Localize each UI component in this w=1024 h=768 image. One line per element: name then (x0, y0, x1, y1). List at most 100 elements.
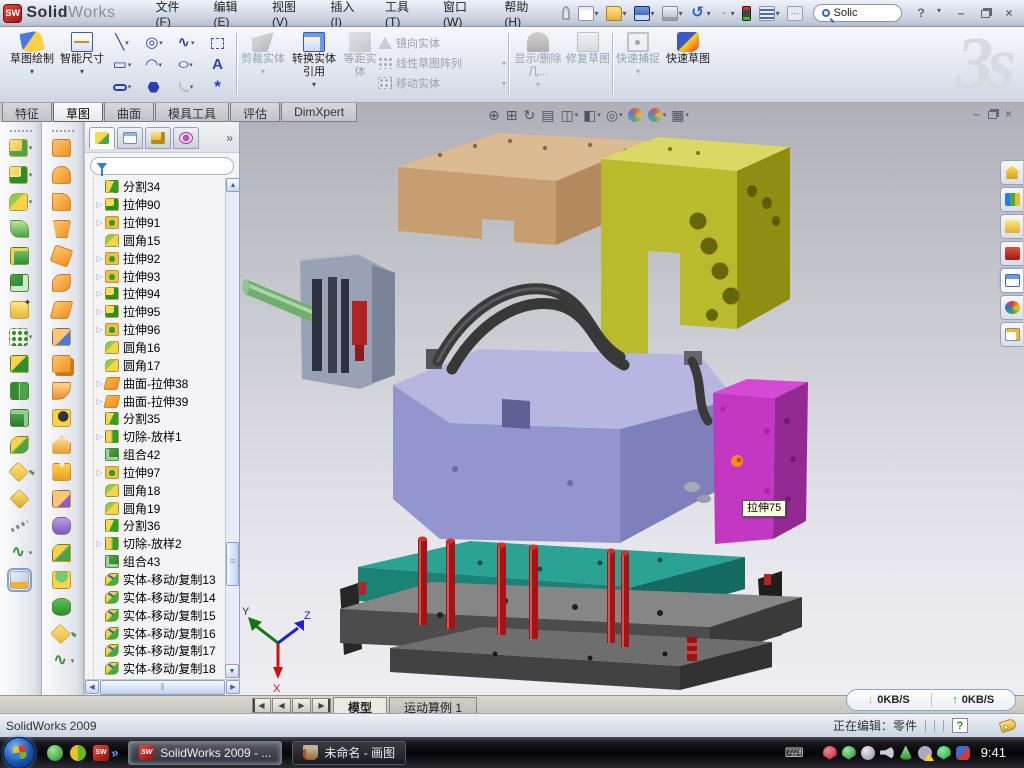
pin-icon[interactable] (52, 517, 72, 535)
selection-box-icon[interactable] (202, 32, 234, 54)
hole-wizard-icon[interactable] (10, 301, 30, 319)
smart-dimension-button[interactable]: 智能尺寸 ▾ (58, 30, 106, 76)
display-delete-relations-button[interactable]: 显示/删除几... ▾ (512, 30, 564, 89)
tree-item[interactable]: ▷拉伸90 (94, 196, 231, 214)
expand-arrow-icon[interactable]: ▷ (94, 325, 105, 334)
search-box[interactable]: Solic (813, 4, 902, 22)
appearances-button[interactable] (1000, 295, 1023, 320)
combine-icon[interactable] (10, 355, 30, 373)
doc-restore-button[interactable] (988, 107, 997, 122)
tree-item[interactable]: 实体-移动/复制14 (94, 588, 231, 606)
spline-icon[interactable]: ∿▾ (170, 32, 202, 54)
boundary-surface-icon[interactable] (52, 328, 72, 346)
cut-icon[interactable] (10, 274, 30, 292)
scroll-down-button[interactable]: ▼ (225, 664, 239, 678)
tree-item[interactable]: 分割36 (94, 517, 231, 535)
tree-item[interactable]: 圆角17 (94, 356, 231, 374)
view-palette-button[interactable] (1000, 268, 1023, 293)
planar-surface-icon[interactable] (52, 301, 72, 319)
ruled-surface-icon[interactable] (52, 490, 72, 508)
tree-filter-box[interactable] (90, 157, 234, 175)
expand-arrow-icon[interactable]: ▷ (94, 289, 105, 298)
expand-arrow-icon[interactable]: ▷ (94, 539, 105, 548)
reference-point-icon[interactable]: ▾ (9, 463, 33, 481)
propertymanager-tab[interactable] (117, 127, 143, 149)
lofted-surface-icon[interactable] (52, 274, 72, 292)
section-view-icon[interactable]: ▤ (541, 106, 555, 124)
rotate-view-icon[interactable]: ↻ (523, 106, 536, 124)
design-library-button[interactable] (1000, 187, 1023, 212)
tree-item[interactable]: ▷拉伸91 (94, 214, 231, 232)
swept-icon[interactable] (10, 220, 30, 238)
document-tab[interactable]: 模型 (333, 697, 387, 713)
tree-item[interactable]: ▷拉伸92 (94, 249, 231, 267)
extruded-surface-icon[interactable] (52, 193, 72, 211)
hide-show-icon[interactable]: ◎▾ (606, 106, 623, 124)
panel-expand-icon[interactable]: » (226, 131, 235, 145)
curve-icon[interactable]: ∿▾ (9, 544, 33, 562)
graphics-viewport[interactable]: X Y Z ⊕⊞↻▤◫▾◧▾◎▾●●▾▦▾ – × 拉伸75 (240, 103, 1024, 695)
convert-caret-icon[interactable]: ▾ (312, 80, 316, 89)
close-button[interactable]: × (1000, 6, 1018, 21)
filled-surface-icon[interactable] (52, 544, 72, 562)
doc-minimize-button[interactable]: – (973, 107, 980, 122)
elbow-surface-icon[interactable] (52, 382, 72, 400)
options-icon[interactable]: ▾ (757, 4, 783, 23)
edit-appearance-icon[interactable]: ● (628, 108, 643, 122)
safety-tray-icon[interactable] (937, 746, 951, 760)
minimize-button[interactable]: – (952, 6, 970, 21)
command-tab[interactable]: 评估 (230, 103, 280, 122)
dome-icon[interactable] (52, 571, 72, 589)
slot-icon[interactable]: ▾ (106, 76, 138, 98)
zoom-fit-icon[interactable]: ⊕ (488, 106, 501, 124)
new-document-icon[interactable]: ▾ (576, 4, 602, 23)
tree-item[interactable]: ▷拉伸97 (94, 464, 231, 482)
restore-button[interactable] (976, 6, 994, 21)
taskbar-window-button[interactable]: 未命名 - 画图 (292, 741, 406, 765)
tree-item[interactable]: 圆角18 (94, 481, 231, 499)
sketch-caret-icon[interactable]: ▾ (30, 67, 34, 76)
trim-entities-button[interactable]: 剪裁实体 ▾ (240, 30, 286, 76)
revolved-surface-icon[interactable] (52, 166, 72, 184)
tree-vertical-scrollbar[interactable]: ▲ ▼ (225, 178, 239, 678)
badge-tray-icon[interactable] (861, 746, 875, 760)
command-tab[interactable]: DimXpert (281, 103, 357, 122)
tree-item[interactable]: 组合42 (94, 446, 231, 464)
circle-icon[interactable]: ◎▾ (138, 32, 170, 54)
trim-surface-icon[interactable] (52, 463, 72, 481)
help-caret-icon[interactable]: ▾ (937, 6, 941, 20)
network-tray-icon[interactable] (918, 746, 932, 760)
tree-item[interactable]: 圆角16 (94, 339, 231, 357)
sketch-fillet-icon[interactable]: ▾ (170, 76, 202, 98)
search-input[interactable]: Solic (834, 7, 858, 19)
view-settings-icon[interactable]: ▦▾ (671, 106, 689, 124)
command-tab[interactable]: 曲面 (104, 103, 154, 122)
expand-arrow-icon[interactable]: ▷ (94, 254, 105, 263)
help-button[interactable]: ? (912, 6, 930, 20)
security-ball-icon[interactable] (70, 745, 86, 761)
scroll-left-button[interactable]: ◀ (85, 680, 99, 694)
reference-plane-icon[interactable] (10, 490, 30, 508)
arc-icon[interactable]: ◠▾ (138, 54, 170, 76)
update-tray-icon[interactable] (899, 746, 913, 760)
view-orientation-icon[interactable]: ◫▾ (560, 106, 578, 124)
delete-face-icon[interactable] (52, 409, 72, 427)
expand-arrow-icon[interactable]: ▷ (94, 307, 105, 316)
offset-surface-icon[interactable] (52, 355, 72, 373)
custom-properties-button[interactable] (1000, 322, 1023, 347)
mirror-entities-button[interactable]: 镜向实体 (378, 33, 506, 53)
document-tab[interactable]: 运动算例 1 (389, 697, 477, 713)
zoom-area-icon[interactable]: ⊞ (506, 106, 519, 124)
tree-item[interactable]: 组合43 (94, 553, 231, 571)
sketch-button[interactable]: 草图绘制 ▾ (8, 30, 56, 76)
horizontal-scroll-thumb[interactable]: ⦀ (100, 680, 225, 695)
toolbar-grip[interactable] (52, 130, 74, 133)
ellipse-icon[interactable]: ○▾ (170, 54, 202, 76)
sync-tray-icon[interactable] (956, 746, 970, 760)
tree-item[interactable]: ▷曲面-拉伸38 (94, 374, 231, 392)
select-icon[interactable]: ▾ (716, 7, 738, 20)
swept-surface-icon[interactable] (52, 139, 72, 157)
split-icon[interactable] (10, 382, 30, 400)
mold-core-part[interactable] (393, 349, 735, 543)
tree-item[interactable]: 实体-移动/复制16 (94, 624, 231, 642)
